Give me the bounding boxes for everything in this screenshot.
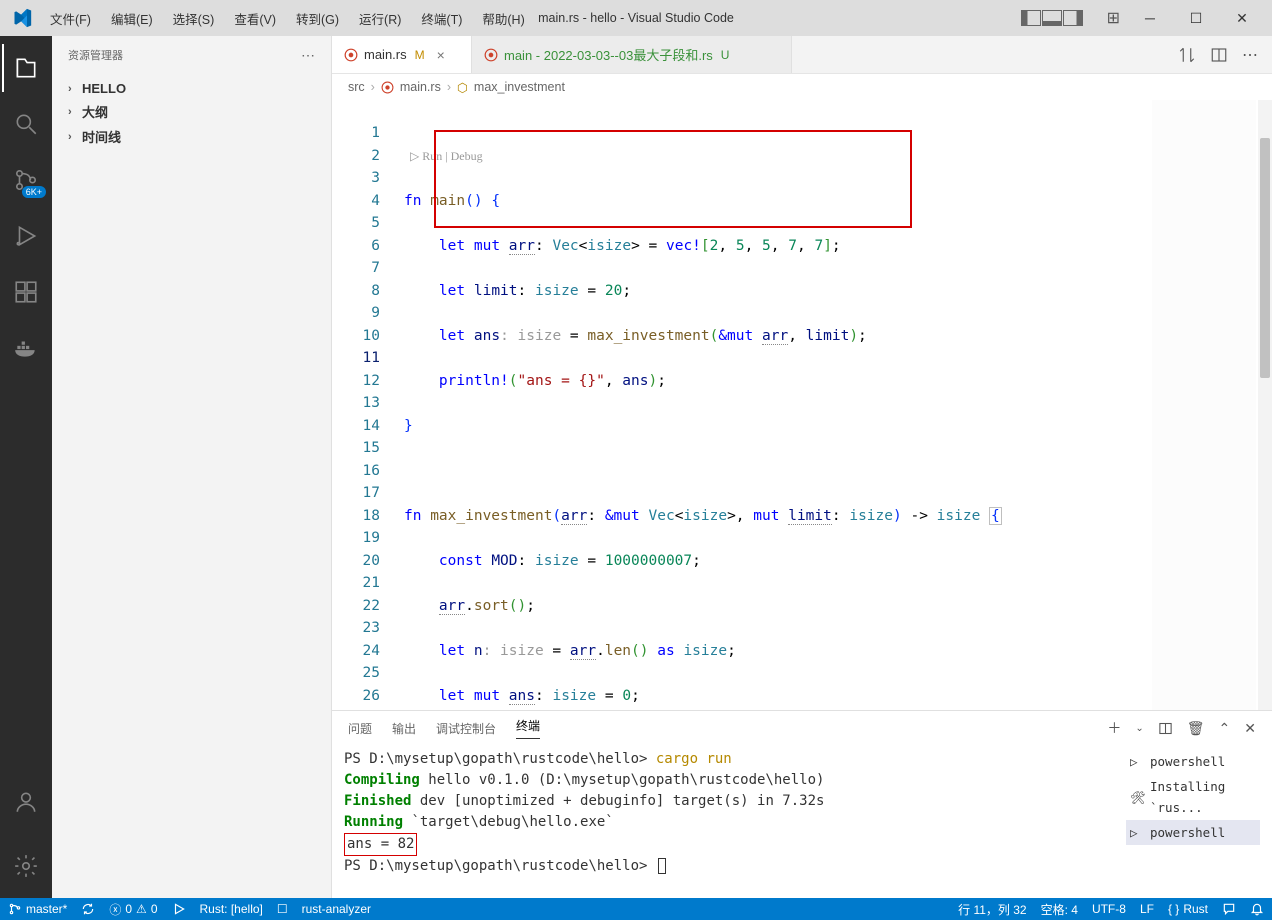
source-control-icon[interactable]: 6K+: [2, 156, 50, 204]
rust-project[interactable]: Rust: [hello]: [200, 902, 263, 916]
tab-main-rs[interactable]: main.rs M ×: [332, 36, 472, 73]
sidebar-more-icon[interactable]: ⋯: [301, 47, 315, 64]
statusbar: master* ⓧ 0 ⚠ 0 Rust: [hello] ☐ rust-ana…: [0, 898, 1272, 920]
menu-bar: 文件(F) 编辑(E) 选择(S) 查看(V) 转到(G) 运行(R) 终端(T…: [42, 5, 533, 32]
panel-tab-debug[interactable]: 调试控制台: [436, 720, 496, 737]
minimap[interactable]: [1152, 100, 1256, 710]
indent-status[interactable]: 空格: 4: [1041, 901, 1078, 918]
encoding-status[interactable]: UTF-8: [1092, 902, 1126, 916]
sync-icon[interactable]: [81, 902, 95, 916]
panel-tab-terminal[interactable]: 终端: [516, 717, 540, 739]
layout-controls[interactable]: [1021, 10, 1083, 26]
vscode-icon: [8, 4, 36, 32]
tab-untracked-u: U: [721, 48, 730, 62]
menu-select[interactable]: 选择(S): [165, 5, 223, 32]
menu-run[interactable]: 运行(R): [351, 5, 409, 32]
extensions-icon[interactable]: [2, 268, 50, 316]
close-icon[interactable]: ×: [437, 47, 445, 63]
panel-tab-problems[interactable]: 问题: [348, 720, 372, 737]
terminal-item[interactable]: ▷powershell: [1126, 820, 1260, 845]
menu-file[interactable]: 文件(F): [42, 5, 99, 32]
bell-icon[interactable]: [1250, 902, 1264, 916]
account-icon[interactable]: [2, 778, 50, 826]
settings-icon[interactable]: [2, 842, 50, 890]
function-icon: ⬡: [457, 80, 468, 95]
folder-hello[interactable]: ›HELLO: [52, 78, 331, 99]
split-editor-icon[interactable]: [1210, 46, 1228, 64]
panel-tab-output[interactable]: 输出: [392, 720, 416, 737]
section-timeline[interactable]: ›时间线: [52, 124, 331, 149]
tabs-row: main.rs M × main - 2022-03-03--03最大子段和.r…: [332, 36, 1272, 74]
panel: 问题 输出 调试控制台 终端 ＋ ⌄ 🗑 ⌃ ✕ PS D:\mysetup\g…: [332, 710, 1272, 898]
maximize-panel-icon[interactable]: ⌃: [1219, 720, 1231, 737]
new-terminal-icon[interactable]: ＋: [1107, 718, 1121, 738]
editor-area: main.rs M × main - 2022-03-03--03最大子段和.r…: [332, 36, 1272, 898]
cursor-position[interactable]: 行 11，列 32: [958, 901, 1026, 918]
split-terminal-icon[interactable]: [1158, 721, 1173, 736]
errors-warnings[interactable]: ⓧ 0 ⚠ 0: [109, 901, 157, 918]
dropdown-icon[interactable]: ⌄: [1135, 723, 1143, 734]
feedback-icon[interactable]: [1222, 902, 1236, 916]
rust-icon: [484, 48, 498, 62]
tab-modified-m: M: [415, 48, 425, 62]
breadcrumb[interactable]: src › main.rs › ⬡ max_investment: [332, 74, 1272, 100]
terminal[interactable]: PS D:\mysetup\gopath\rustcode\hello> car…: [332, 745, 1272, 898]
tab-label: main.rs: [364, 47, 407, 62]
code-editor[interactable]: 12345 678910 1112131415 1617181920 21222…: [332, 100, 1272, 710]
activity-bar: 6K+: [0, 36, 52, 898]
section-outline[interactable]: ›大纲: [52, 99, 331, 124]
close-button[interactable]: ✕: [1220, 3, 1264, 33]
close-panel-icon[interactable]: ✕: [1244, 720, 1256, 737]
trash-icon[interactable]: 🗑: [1187, 720, 1205, 737]
terminal-item[interactable]: 🛠Installing `rus...: [1126, 774, 1260, 820]
scrollbar[interactable]: [1258, 100, 1272, 710]
terminal-list: ▷powershell 🛠Installing `rus... ▷powersh…: [1120, 749, 1260, 894]
search-icon[interactable]: [2, 100, 50, 148]
breadcrumb-func[interactable]: max_investment: [474, 80, 565, 94]
code-content[interactable]: ▷ Run | Debug fn main() { let mut arr: V…: [404, 100, 1272, 710]
layout-grid-icon[interactable]: ⊞: [1107, 8, 1120, 28]
tab-main-2022[interactable]: main - 2022-03-03--03最大子段和.rs U: [472, 36, 792, 73]
more-icon[interactable]: ⋯: [1242, 45, 1258, 65]
breadcrumb-file[interactable]: main.rs: [400, 80, 441, 94]
scm-badge: 6K+: [22, 186, 46, 198]
explorer-icon[interactable]: [2, 44, 50, 92]
window-title: main.rs - hello - Visual Studio Code: [538, 11, 734, 25]
menu-edit[interactable]: 编辑(E): [103, 5, 161, 32]
sidebar-title: 资源管理器: [68, 47, 123, 63]
debug-status-icon[interactable]: [172, 902, 186, 916]
rust-analyzer-status[interactable]: rust-analyzer: [302, 902, 371, 916]
menu-help[interactable]: 帮助(H): [474, 5, 532, 32]
language-status[interactable]: { } Rust: [1168, 902, 1208, 916]
titlebar: 文件(F) 编辑(E) 选择(S) 查看(V) 转到(G) 运行(R) 终端(T…: [0, 0, 1272, 36]
breadcrumb-src[interactable]: src: [348, 80, 365, 94]
menu-goto[interactable]: 转到(G): [288, 5, 347, 32]
rust-icon: [344, 48, 358, 62]
highlight-box-ans: ans = 82: [344, 833, 417, 856]
minimize-button[interactable]: ─: [1128, 3, 1172, 33]
tab-label: main - 2022-03-03--03最大子段和.rs: [504, 45, 713, 64]
sidebar: 资源管理器 ⋯ ›HELLO ›大纲 ›时间线: [52, 36, 332, 898]
highlight-box-code: [434, 130, 912, 228]
compare-changes-icon[interactable]: [1178, 46, 1196, 64]
terminal-item[interactable]: ▷powershell: [1126, 749, 1260, 774]
menu-view[interactable]: 查看(V): [226, 5, 284, 32]
menu-terminal[interactable]: 终端(T): [413, 5, 470, 32]
docker-icon[interactable]: [2, 324, 50, 372]
eol-status[interactable]: LF: [1140, 902, 1154, 916]
rust-icon: [381, 81, 394, 94]
maximize-button[interactable]: ☐: [1174, 3, 1218, 33]
checkbox-icon[interactable]: ☐: [277, 902, 288, 916]
branch-status[interactable]: master*: [8, 902, 67, 916]
line-numbers: 12345 678910 1112131415 1617181920 21222…: [332, 100, 404, 710]
run-debug-icon[interactable]: [2, 212, 50, 260]
